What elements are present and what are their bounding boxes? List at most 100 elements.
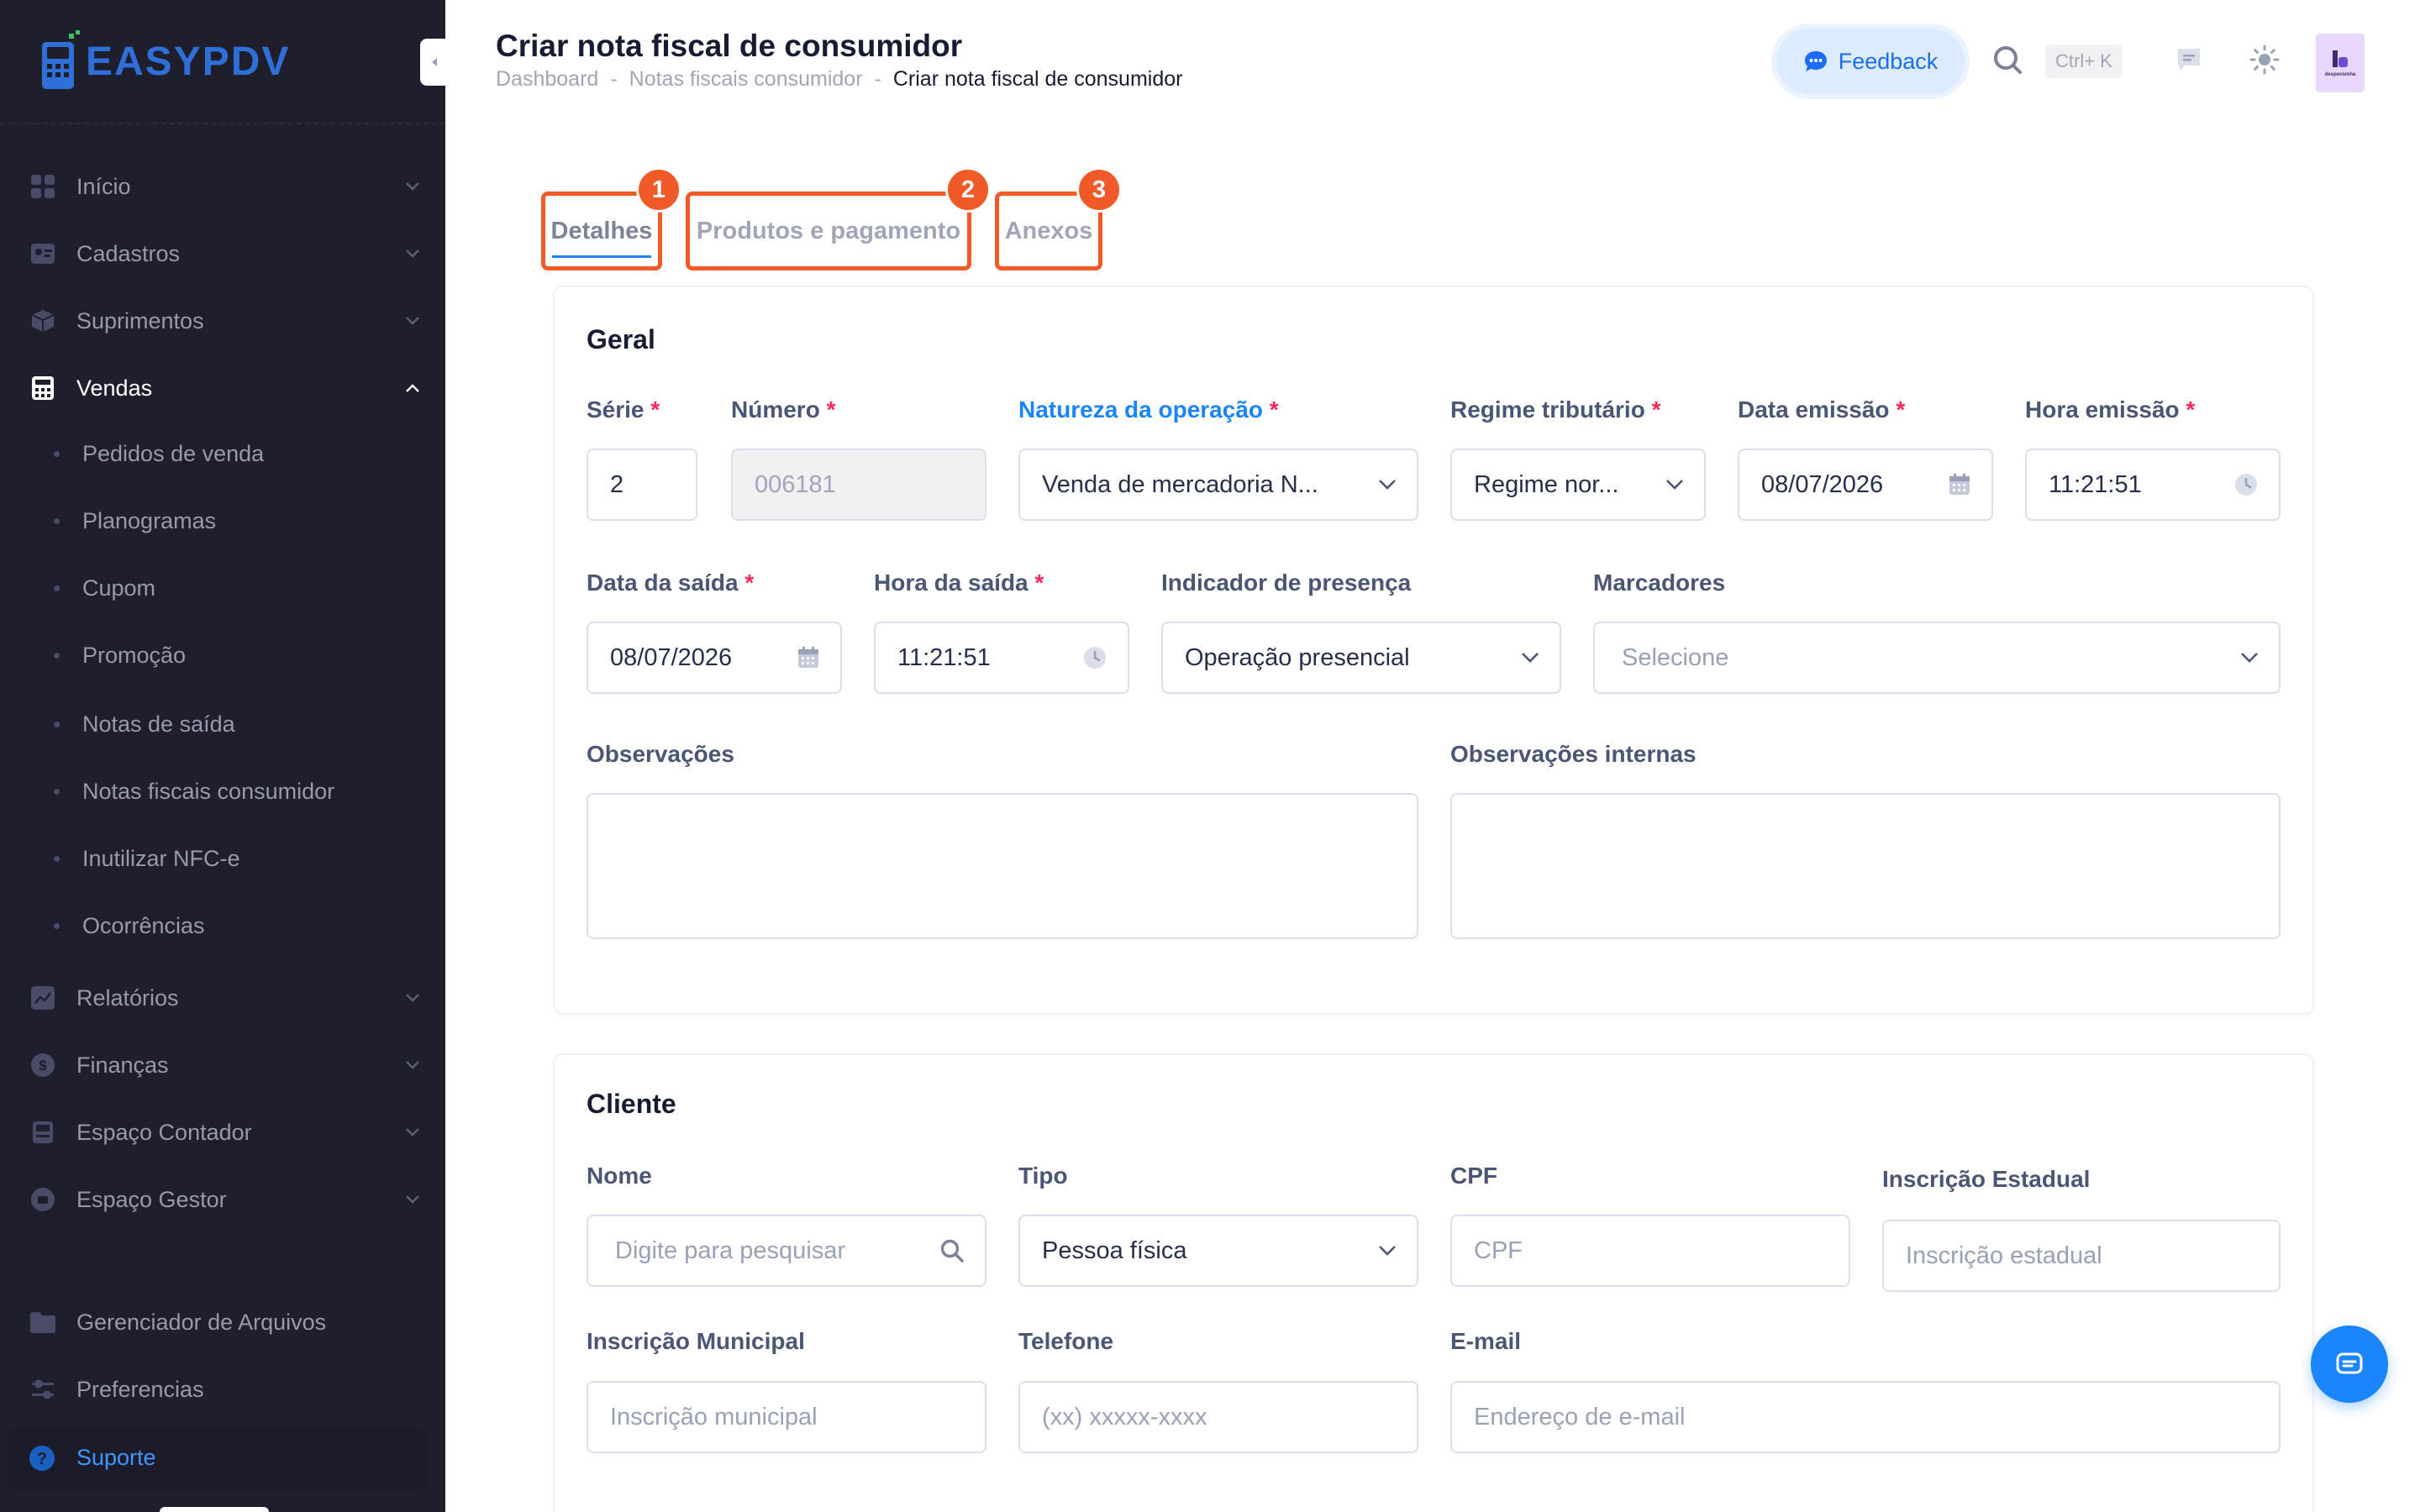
marcadores-label: Marcadores (1593, 570, 1726, 596)
sidebar-subitem-planogramas[interactable]: Planogramas (0, 496, 445, 546)
chevron-down-icon (1379, 1246, 1396, 1256)
inscricao-municipal-label: Inscrição Municipal (587, 1328, 805, 1354)
sidebar-item-espaco-gestor[interactable]: Espaço Gestor (0, 1173, 445, 1226)
sidebar-item-suporte[interactable]: ? Suporte (7, 1428, 429, 1490)
search-button[interactable] (1991, 44, 2025, 77)
sidebar-item-vendas[interactable]: Vendas (0, 361, 445, 415)
tipo-value: Pessoa física (1042, 1236, 1187, 1264)
printer-icon (29, 1118, 57, 1147)
sidebar-subitem-notas-de-saida[interactable]: Notas de saída (0, 699, 445, 749)
sidebar-item-inicio[interactable]: Início (0, 160, 445, 213)
sidebar-item-label: Suprimentos (76, 307, 204, 333)
data-saida-label: Data da saída * (587, 570, 755, 596)
sidebar-item-gerenciador-de-arquivos[interactable]: Gerenciador de Arquivos (0, 1295, 445, 1349)
chevron-down-icon (406, 994, 419, 1002)
tab-detalhes[interactable]: Detalhes 1 (541, 167, 681, 270)
numero-input: 006181 (731, 449, 986, 521)
sidebar-collapse-button[interactable] (420, 39, 449, 86)
data-emissao-input[interactable]: 08/07/2026 (1738, 449, 1993, 521)
briefcase-icon (29, 1185, 57, 1214)
user-avatar[interactable]: despensinha (2316, 34, 2365, 92)
data-emissao-value: 08/07/2026 (1761, 470, 1884, 498)
bullet-icon (54, 788, 60, 795)
observacoes-internas-textarea[interactable] (1450, 793, 2281, 939)
chat-widget-button[interactable] (2311, 1326, 2388, 1403)
sidebar-item-suprimentos[interactable]: Suprimentos (0, 294, 445, 348)
chat-icon (2336, 1352, 2363, 1374)
tab-anexos[interactable]: Anexos 3 (995, 167, 1122, 270)
bullet-icon (54, 517, 60, 524)
theme-toggle-button[interactable] (2249, 44, 2281, 76)
section-title-geral: Geral (587, 324, 655, 354)
indicador-presenca-select[interactable]: Operação presencial (1161, 622, 1561, 694)
bullet-icon (54, 721, 60, 727)
hora-saida-label: Hora da saída * (874, 570, 1044, 596)
numero-value: 006181 (755, 470, 836, 498)
data-saida-value: 08/07/2026 (610, 643, 733, 671)
tab-produtos-e-pagamento[interactable]: Produtos e pagamento 2 (686, 167, 991, 270)
sidebar-item-relatorios[interactable]: Relatórios (0, 971, 445, 1025)
hora-saida-input[interactable]: 11:21:51 (874, 622, 1129, 694)
sidebar-subitem-pedidos-de-venda[interactable]: Pedidos de venda (0, 428, 445, 479)
sidebar-item-label: Preferencias (76, 1376, 204, 1402)
observacoes-textarea[interactable] (587, 793, 1418, 939)
card-geral: Geral Série * 2 Número * 006181 Natureza… (553, 286, 2314, 1015)
sidebar-subitem-label: Planogramas (82, 507, 217, 533)
sidebar-item-financas[interactable]: $ Finanças (0, 1038, 445, 1092)
search-icon (1994, 46, 2022, 74)
email-input[interactable]: Endereço de e-mail (1450, 1381, 2281, 1453)
sidebar-item-label: Finanças (76, 1052, 169, 1078)
sidebar-subitem-label: Promoção (82, 642, 187, 668)
hora-saida-value: 11:21:51 (897, 643, 991, 671)
bullet-icon (54, 585, 60, 591)
natureza-operacao-select[interactable]: Venda de mercadoria N... (1018, 449, 1418, 521)
sidebar-subitem-promocao[interactable]: Promoção (0, 630, 445, 680)
telefone-input[interactable]: (xx) xxxxx-xxxx (1018, 1381, 1418, 1453)
bullet-icon (54, 922, 60, 929)
sidebar-subitem-ocorrencias[interactable]: Ocorrências (0, 900, 445, 951)
numero-label: Número * (731, 396, 836, 423)
hora-emissao-label: Hora emissão * (2025, 396, 2196, 423)
chevron-down-icon (406, 1061, 419, 1069)
chart-icon (29, 984, 57, 1012)
folder-icon (29, 1308, 57, 1336)
hora-emissao-input[interactable]: 11:21:51 (2025, 449, 2281, 521)
email-label: E-mail (1450, 1328, 1522, 1354)
sidebar-subitem-cupom[interactable]: Cupom (0, 563, 445, 613)
breadcrumb-notas-fiscais-consumidor[interactable]: Notas fiscais consumidor (629, 67, 863, 92)
cpf-input[interactable]: CPF (1450, 1215, 1850, 1287)
sidebar-item-preferencias[interactable]: Preferencias (0, 1362, 445, 1416)
sidebar-subitem-label: Ocorrências (82, 912, 205, 938)
bullet-icon (54, 855, 60, 862)
sidebar-item-label: Início (76, 173, 131, 199)
sidebar-item-label: Espaço Contador (76, 1119, 252, 1145)
sidebar-item-cadastros[interactable]: Cadastros (0, 227, 445, 281)
telefone-label: Telefone (1018, 1328, 1114, 1354)
cpf-label: CPF (1450, 1163, 1497, 1189)
data-saida-input[interactable]: 08/07/2026 (587, 622, 842, 694)
active-tab-indicator (552, 255, 651, 258)
chevron-down-icon (1522, 653, 1539, 663)
sidebar-scrollbar[interactable] (160, 1507, 269, 1512)
marcadores-select[interactable]: Selecione (1593, 622, 2281, 694)
breadcrumb-dashboard[interactable]: Dashboard (496, 67, 598, 92)
inscricao-estadual-input[interactable]: Inscrição estadual (1882, 1220, 2281, 1292)
inscricao-municipal-input[interactable]: Inscrição municipal (587, 1381, 986, 1453)
chevron-down-icon (1666, 480, 1683, 490)
serie-input[interactable]: 2 (587, 449, 697, 521)
tipo-select[interactable]: Pessoa física (1018, 1215, 1418, 1287)
sidebar-subitem-label: Notas fiscais consumidor (82, 778, 335, 804)
sidebar-subitem-notas-fiscais-consumidor[interactable]: Notas fiscais consumidor (0, 766, 445, 816)
sidebar-subitem-inutilizar-nfce[interactable]: Inutilizar NFC-e (0, 833, 445, 884)
store-logo-icon (2333, 50, 2348, 67)
app-logo[interactable]: EASYPDV (39, 30, 290, 92)
messages-button[interactable] (2175, 45, 2203, 74)
sidebar-item-label: Espaço Gestor (76, 1186, 227, 1212)
nome-search-input[interactable]: Digite para pesquisar (587, 1215, 986, 1287)
sidebar-item-espaco-contador[interactable]: Espaço Contador (0, 1105, 445, 1159)
feedback-button[interactable]: Feedback (1771, 24, 1970, 99)
tab-label: Produtos e pagamento (696, 217, 961, 244)
regime-tributario-select[interactable]: Regime nor... (1450, 449, 1706, 521)
regime-tributario-value: Regime nor... (1474, 470, 1619, 498)
inscricao-municipal-placeholder: Inscrição municipal (610, 1403, 818, 1431)
